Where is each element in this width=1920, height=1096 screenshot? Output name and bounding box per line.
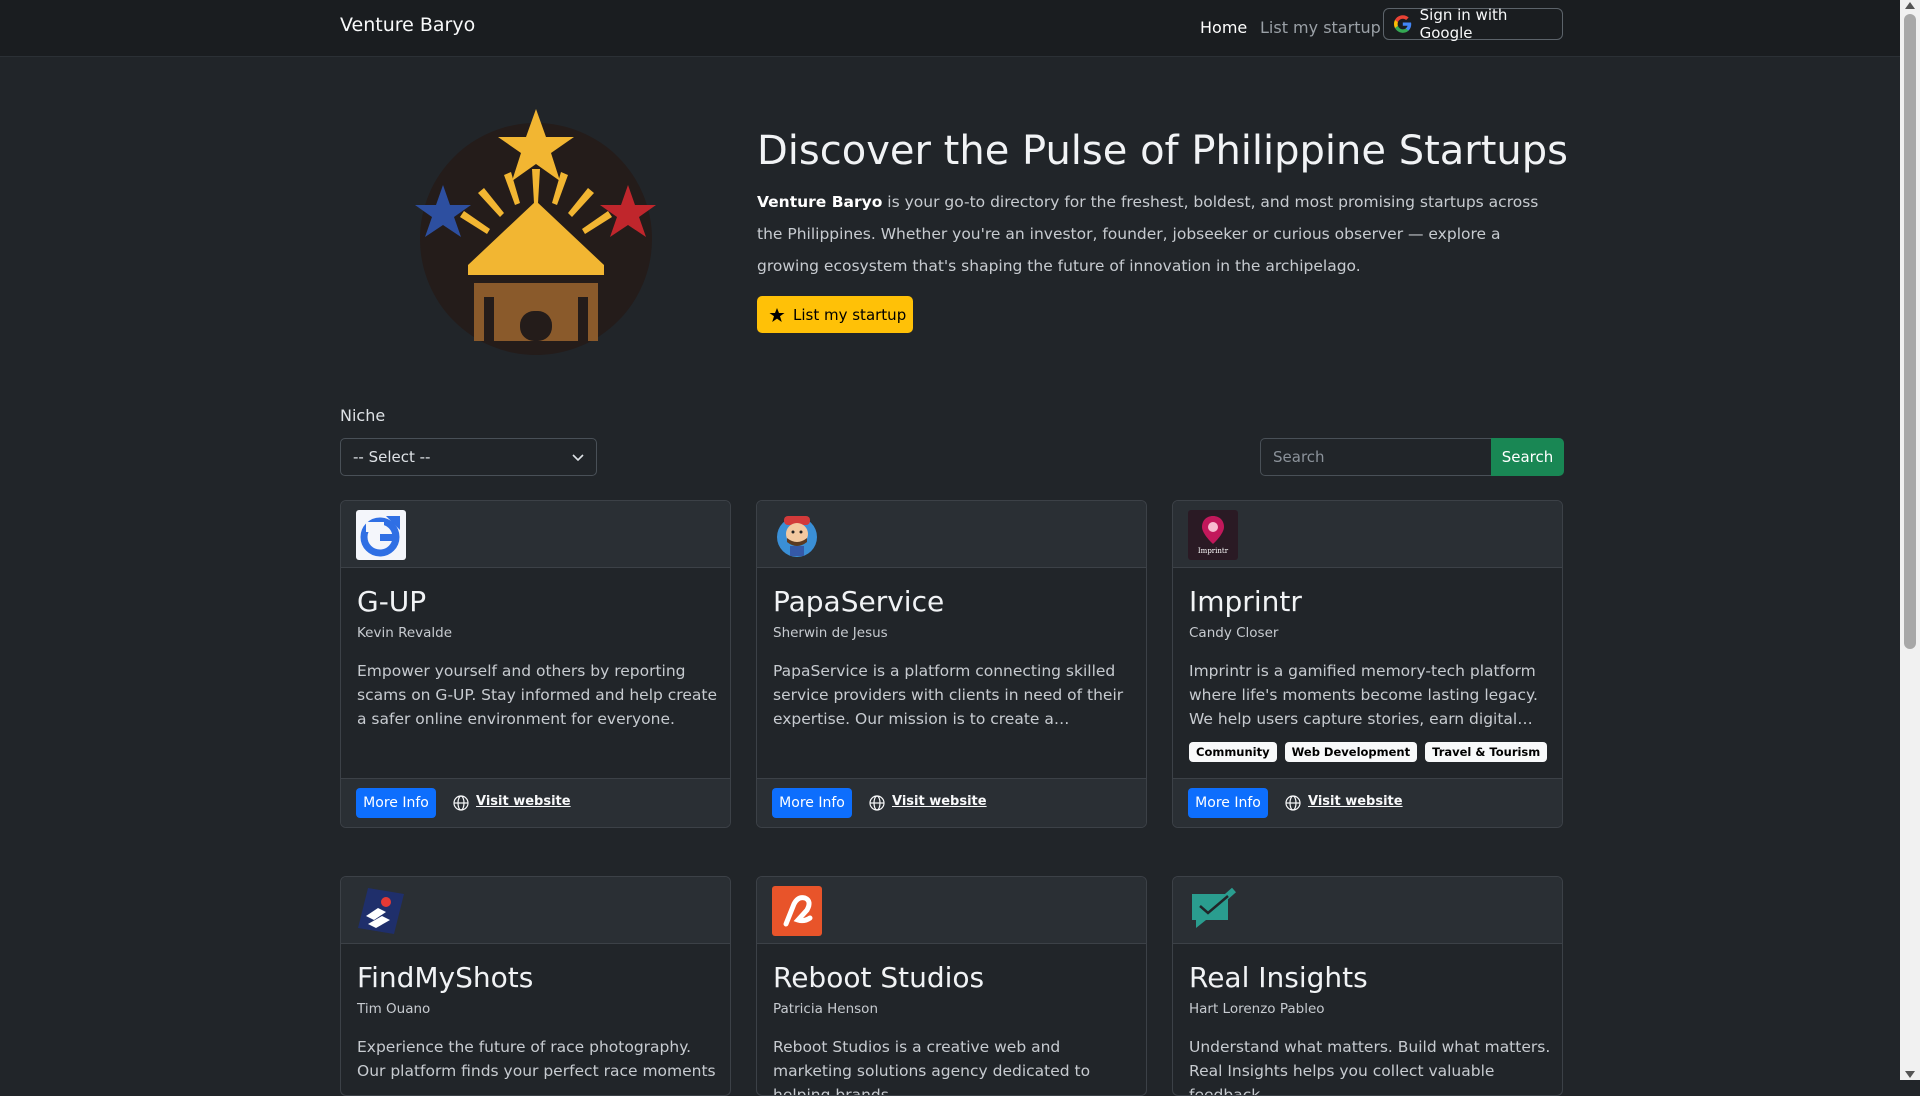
card-footer: More Info Visit website [1173,778,1562,827]
card-founder: Patricia Henson [773,1001,879,1017]
tag-badge[interactable]: Web Development [1284,742,1418,762]
hero-brand-bold: Venture Baryo [757,193,883,211]
niche-select[interactable]: -- Select -- [340,438,597,476]
reboot-logo [772,886,822,936]
card-header: Imprintr [1173,501,1562,568]
card-header [757,501,1146,568]
card-footer: More Info Visit website [341,778,730,827]
card-description: PapaService is a platform connecting ski… [773,662,1124,728]
niche-select-value: -- Select -- [353,448,431,466]
card-description: Experience the future of race photograph… [357,1038,716,1080]
startup-card-reboot-studios: Reboot Studios Patricia Henson Reboot St… [756,876,1147,1096]
list-startup-label: List my startup [793,305,907,324]
globe-icon [453,795,469,811]
globe-icon [1285,795,1301,811]
card-title: G-UP [357,585,427,618]
more-info-button[interactable]: More Info [356,788,436,818]
startup-card-real-insights: Real Insights Hart Lorenzo Pableo Unders… [1172,876,1563,1096]
card-founder: Tim Ouano [357,1001,431,1017]
venture-baryo-logo [415,109,656,355]
scroll-thumb[interactable] [1904,14,1916,649]
card-founder: Candy Closer [1189,625,1279,641]
list-startup-button[interactable]: List my startup [757,296,913,333]
startup-card-imprintr: Imprintr Imprintr Candy Closer Imprintr … [1172,500,1563,828]
tag-badge[interactable]: Travel & Tourism [1425,742,1548,762]
card-description: Understand what matters. Build what matt… [1189,1038,1551,1096]
card-title: Reboot Studios [773,961,985,994]
search-input[interactable]: Search [1260,438,1491,476]
startup-card-gup: G-UP Kevin Revalde Empower yourself and … [340,500,731,828]
more-info-button[interactable]: More Info [1188,788,1268,818]
visit-website-link[interactable]: Visit website [892,794,987,809]
card-founder: Kevin Revalde [357,625,453,641]
card-description: Reboot Studios is a creative web and mar… [773,1038,1091,1096]
tag-list: Community Web Development Travel & Touri… [1189,742,1548,762]
card-description: Empower yourself and others by reporting… [357,662,717,728]
tag-badge[interactable]: Community [1189,742,1277,762]
nav-home-link[interactable]: Home [1200,18,1247,37]
star-icon [769,307,785,322]
card-description: Imprintr is a gamified memory-tech platf… [1189,662,1538,728]
navbar: Venture Baryo Home List my startup Sign … [0,0,1900,57]
findmyshots-logo [358,888,404,934]
startup-card-papaservice: PapaService Sherwin de Jesus PapaService… [756,500,1147,828]
brand-link[interactable]: Venture Baryo [340,14,475,36]
search-placeholder: Search [1273,448,1325,466]
scroll-up-arrow[interactable] [1905,2,1915,9]
gup-logo [356,510,406,560]
imprintr-logo-text: Imprintr [1197,547,1229,555]
niche-label: Niche [340,406,386,425]
more-info-button[interactable]: More Info [772,788,852,818]
visit-website-link[interactable]: Visit website [1308,794,1403,809]
hero-description: Venture Baryo is your go-to directory fo… [757,186,1567,282]
card-title: PapaService [773,585,945,618]
google-icon [1394,15,1412,33]
visit-website-link[interactable]: Visit website [476,794,571,809]
card-founder: Sherwin de Jesus [773,625,888,641]
card-header [1173,877,1562,944]
scroll-down-arrow[interactable] [1905,1071,1915,1078]
card-header [757,877,1146,944]
page-scrollbar[interactable] [1900,0,1920,1080]
google-signin-button[interactable]: Sign in with Google [1383,6,1563,42]
card-title: Real Insights [1189,961,1368,994]
startup-card-findmyshots: FindMyShots Tim Ouano Experience the fut… [340,876,731,1096]
search-button[interactable]: Search [1491,438,1564,476]
chevron-down-icon [572,454,584,462]
card-footer: More Info Visit website [757,778,1146,827]
realinsights-logo [1192,887,1236,928]
hero-title: Discover the Pulse of Philippine Startup… [757,128,1569,174]
card-header [341,877,730,944]
nav-list-startup-link[interactable]: List my startup [1260,18,1381,37]
card-founder: Hart Lorenzo Pableo [1189,1001,1325,1017]
card-header [341,501,730,568]
imprintr-logo: Imprintr [1188,510,1238,560]
papaservice-logo [777,516,817,557]
card-title: FindMyShots [357,961,534,994]
globe-icon [869,795,885,811]
signin-label: Sign in with Google [1419,6,1508,42]
card-title: Imprintr [1189,585,1302,618]
